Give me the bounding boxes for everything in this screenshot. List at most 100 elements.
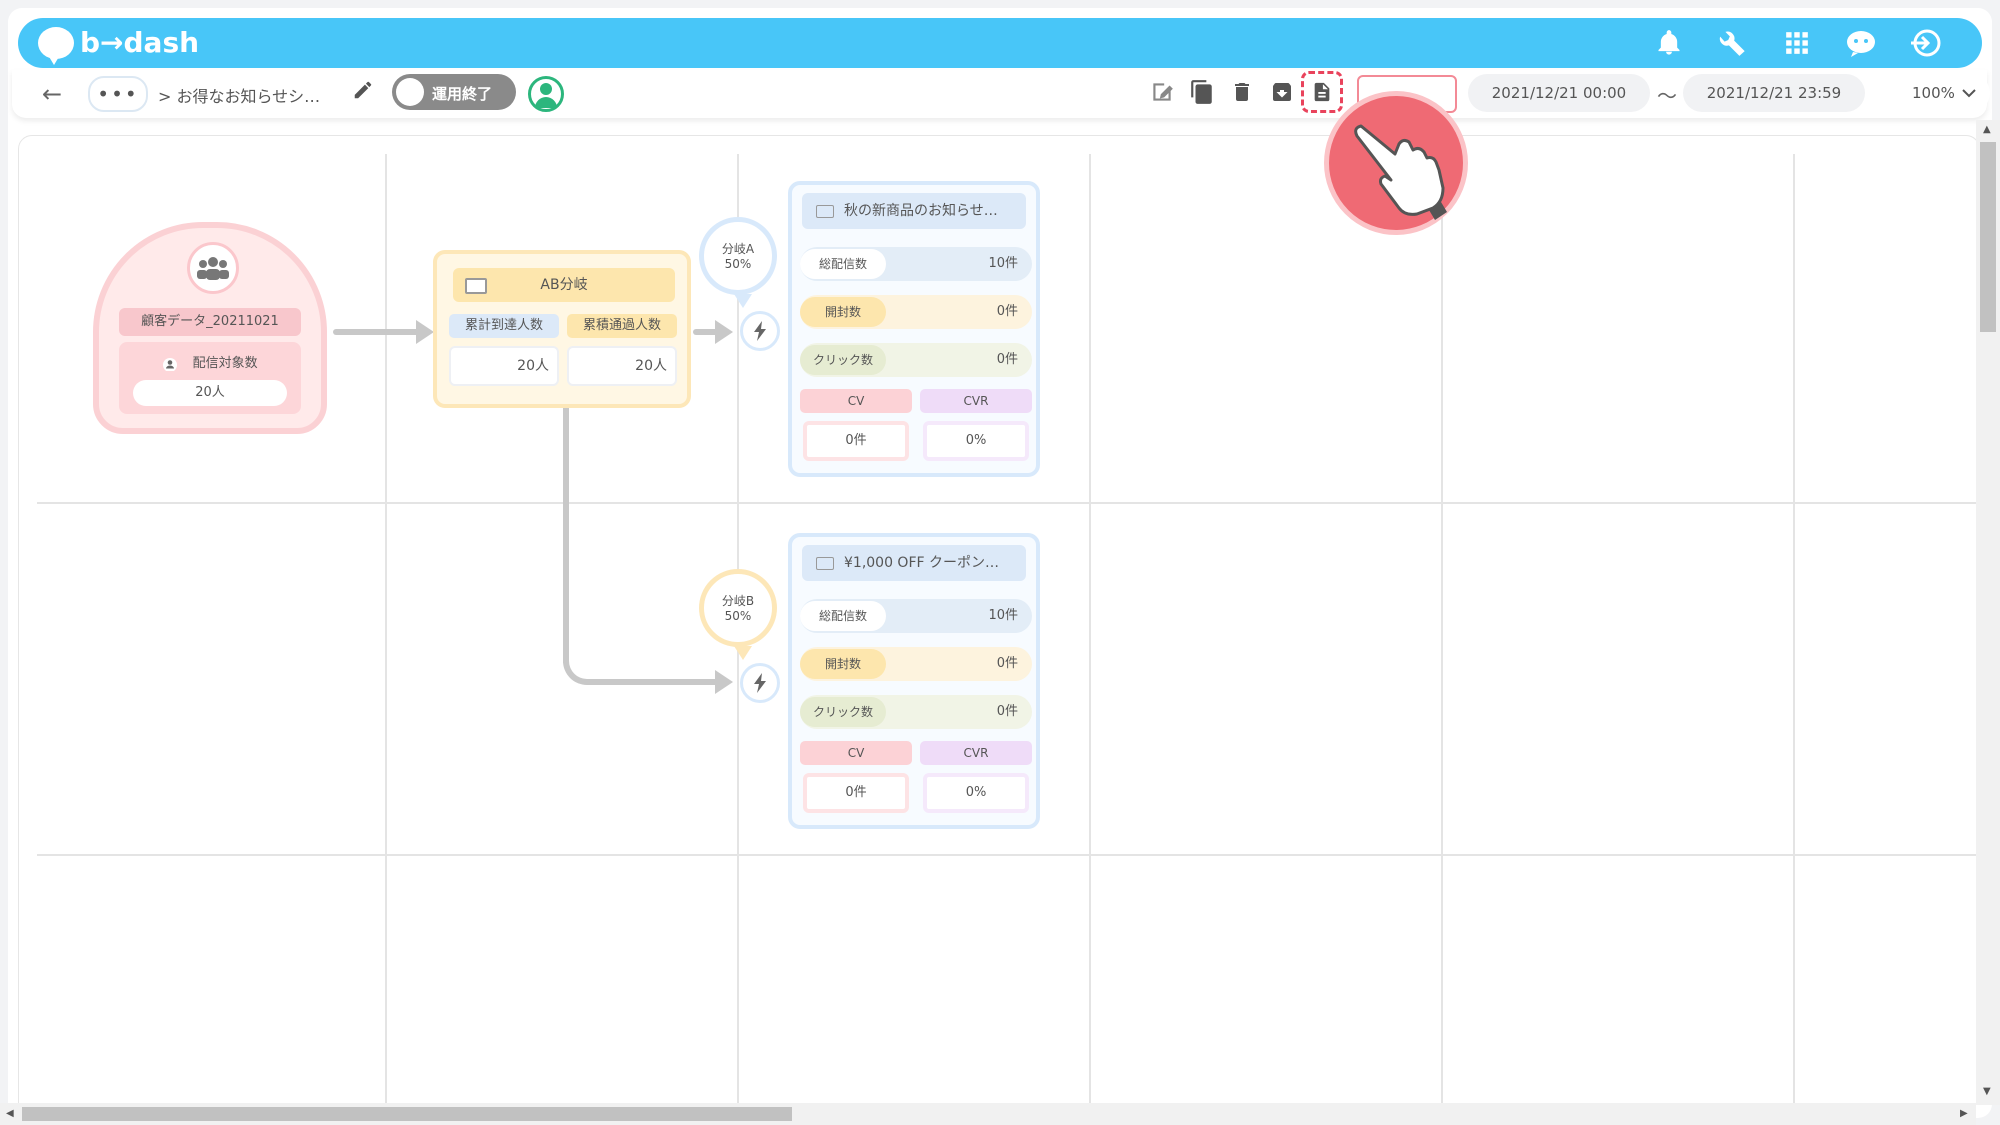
mail-a-click-value: 0件	[996, 352, 1018, 367]
mail-b-title-text: ¥1,000 OFF クーポン…	[844, 555, 1000, 571]
branch-b-label: 分岐B 50%	[704, 594, 772, 624]
scroll-up-icon[interactable]: ▲	[1983, 124, 1991, 135]
lightning-icon[interactable]	[740, 663, 780, 703]
pencil-icon[interactable]	[352, 79, 376, 103]
mail-a-cvr-label: CVR	[920, 389, 1032, 413]
delete-icon[interactable]	[1227, 77, 1257, 107]
mail-a-open-value: 0件	[996, 304, 1018, 319]
start-date-field[interactable]: 2021/12/21 00:00	[1468, 74, 1650, 112]
segment-title: 顧客データ_20211021	[119, 308, 301, 336]
ab-split-reached-value: 20人	[449, 346, 559, 386]
mail-a-click-row: クリック数 0件	[800, 343, 1032, 377]
chevron-down-icon	[1962, 84, 1976, 102]
mail-node-b[interactable]: ¥1,000 OFF クーポン… 総配信数 10件 開封数 0件 クリック数 0…	[788, 533, 1040, 829]
back-arrow-icon[interactable]: ←	[42, 80, 62, 108]
scroll-right-icon[interactable]: ▶	[1960, 1108, 1968, 1119]
mail-node-a[interactable]: 秋の新商品のお知らせ… 総配信数 10件 開封数 0件 クリック数 0件 CV …	[788, 181, 1040, 477]
grid-apps-icon[interactable]	[1780, 26, 1814, 60]
branch-a-marker[interactable]: 分岐A 50%	[699, 217, 777, 308]
copy-icon[interactable]	[1187, 77, 1217, 107]
ab-split-reached-label: 累計到達人数	[449, 314, 559, 338]
mail-a-sent-row: 総配信数 10件	[800, 247, 1032, 281]
horizontal-scroll-thumb[interactable]	[22, 1107, 792, 1121]
user-avatar-icon[interactable]	[528, 76, 564, 112]
scroll-down-icon[interactable]: ▼	[1983, 1086, 1991, 1097]
date-separator: 〜	[1657, 84, 1677, 108]
branch-b-marker[interactable]: 分岐B 50%	[699, 569, 777, 660]
person-icon	[162, 356, 192, 372]
segment-node[interactable]: 顧客データ_20211021 配信対象数 20人	[93, 222, 327, 434]
branch-b-ratio: 50%	[724, 609, 752, 623]
edit-icon[interactable]	[1147, 77, 1177, 107]
mail-b-sent-value: 10件	[988, 608, 1018, 623]
mail-a-title: 秋の新商品のお知らせ…	[802, 193, 1026, 229]
ab-split-passed-value: 20人	[567, 346, 677, 386]
horizontal-scrollbar[interactable]: ◀ ▶	[0, 1103, 1976, 1125]
mail-icon	[816, 205, 834, 218]
mail-a-title-text: 秋の新商品のお知らせ…	[844, 203, 998, 219]
mail-b-click-value: 0件	[996, 704, 1018, 719]
mail-b-click-label: クリック数	[800, 697, 886, 727]
mail-icon	[816, 557, 834, 570]
mail-a-open-row: 開封数 0件	[800, 295, 1032, 329]
ab-split-node[interactable]: AB分岐 累計到達人数 累積通過人数 20人 20人	[433, 250, 691, 408]
chat-bot-icon[interactable]	[1844, 26, 1878, 60]
logout-icon[interactable]	[1908, 26, 1942, 60]
mail-b-open-value: 0件	[996, 656, 1018, 671]
branch-b-tail	[734, 646, 752, 660]
split-card-icon	[465, 278, 487, 294]
group-users-icon	[187, 242, 239, 294]
breadcrumb[interactable]: > お得なお知らせシ…	[158, 83, 320, 107]
pointing-hand-icon	[1324, 91, 1468, 235]
breadcrumb-more-button[interactable]: •••	[88, 76, 148, 112]
mail-a-click-label: クリック数	[800, 345, 886, 375]
bell-icon[interactable]	[1652, 26, 1686, 60]
segment-count-value: 20人	[133, 380, 287, 406]
zoom-value: 100%	[1912, 84, 1955, 102]
operation-status-toggle[interactable]: 運用終了	[392, 74, 516, 110]
toggle-knob	[396, 78, 424, 106]
mail-b-cvr-label: CVR	[920, 741, 1032, 765]
mail-a-cvr-value: 0%	[923, 421, 1029, 461]
mail-b-open-label: 開封数	[800, 649, 886, 679]
mail-b-cv-label: CV	[800, 741, 912, 765]
wrench-icon[interactable]	[1716, 26, 1750, 60]
scroll-left-icon[interactable]: ◀	[6, 1108, 14, 1119]
branch-a-name: 分岐A	[721, 242, 755, 256]
ab-split-passed-label: 累積通過人数	[567, 314, 677, 338]
logo-text: b→dash	[80, 26, 200, 59]
mail-b-sent-row: 総配信数 10件	[800, 599, 1032, 633]
archive-icon[interactable]	[1267, 77, 1297, 107]
segment-count-text: 配信対象数	[192, 356, 258, 371]
connector-line	[563, 408, 569, 663]
top-header: b→dash	[18, 18, 1982, 68]
sub-toolbar: ← ••• > お得なお知らせシ… 運用終了 2021/12/21 00:00 …	[12, 70, 1990, 118]
branch-b-name: 分岐B	[721, 594, 755, 608]
segment-count-box: 配信対象数 20人	[119, 342, 301, 414]
mail-a-sent-label: 総配信数	[800, 249, 886, 279]
logo[interactable]: b→dash	[38, 26, 200, 65]
end-date-field[interactable]: 2021/12/21 23:59	[1683, 74, 1865, 112]
lightning-icon[interactable]	[740, 311, 780, 351]
toggle-label: 運用終了	[432, 85, 493, 103]
logo-mark-icon	[38, 26, 74, 65]
zoom-select[interactable]: 100%	[1872, 74, 1990, 112]
connector-arrowhead	[416, 320, 434, 344]
mail-b-title: ¥1,000 OFF クーポン…	[802, 545, 1026, 581]
segment-count-label: 配信対象数	[119, 352, 301, 372]
vertical-scroll-thumb[interactable]	[1980, 142, 1996, 332]
mail-a-cv-label: CV	[800, 389, 912, 413]
mail-a-sent-value: 10件	[988, 256, 1018, 271]
mail-b-open-row: 開封数 0件	[800, 647, 1032, 681]
mail-b-sent-label: 総配信数	[800, 601, 886, 631]
ab-split-title: AB分岐	[453, 268, 675, 302]
connector-arrowhead	[715, 670, 733, 694]
mail-a-open-label: 開封数	[800, 297, 886, 327]
mail-b-cv-value: 0件	[803, 773, 909, 813]
connector-line	[333, 329, 425, 335]
branch-a-ratio: 50%	[724, 257, 752, 271]
connector-arrowhead	[715, 320, 733, 344]
mail-b-click-row: クリック数 0件	[800, 695, 1032, 729]
vertical-scrollbar[interactable]: ▲ ▼	[1976, 120, 2000, 1105]
ab-split-title-text: AB分岐	[540, 277, 588, 293]
